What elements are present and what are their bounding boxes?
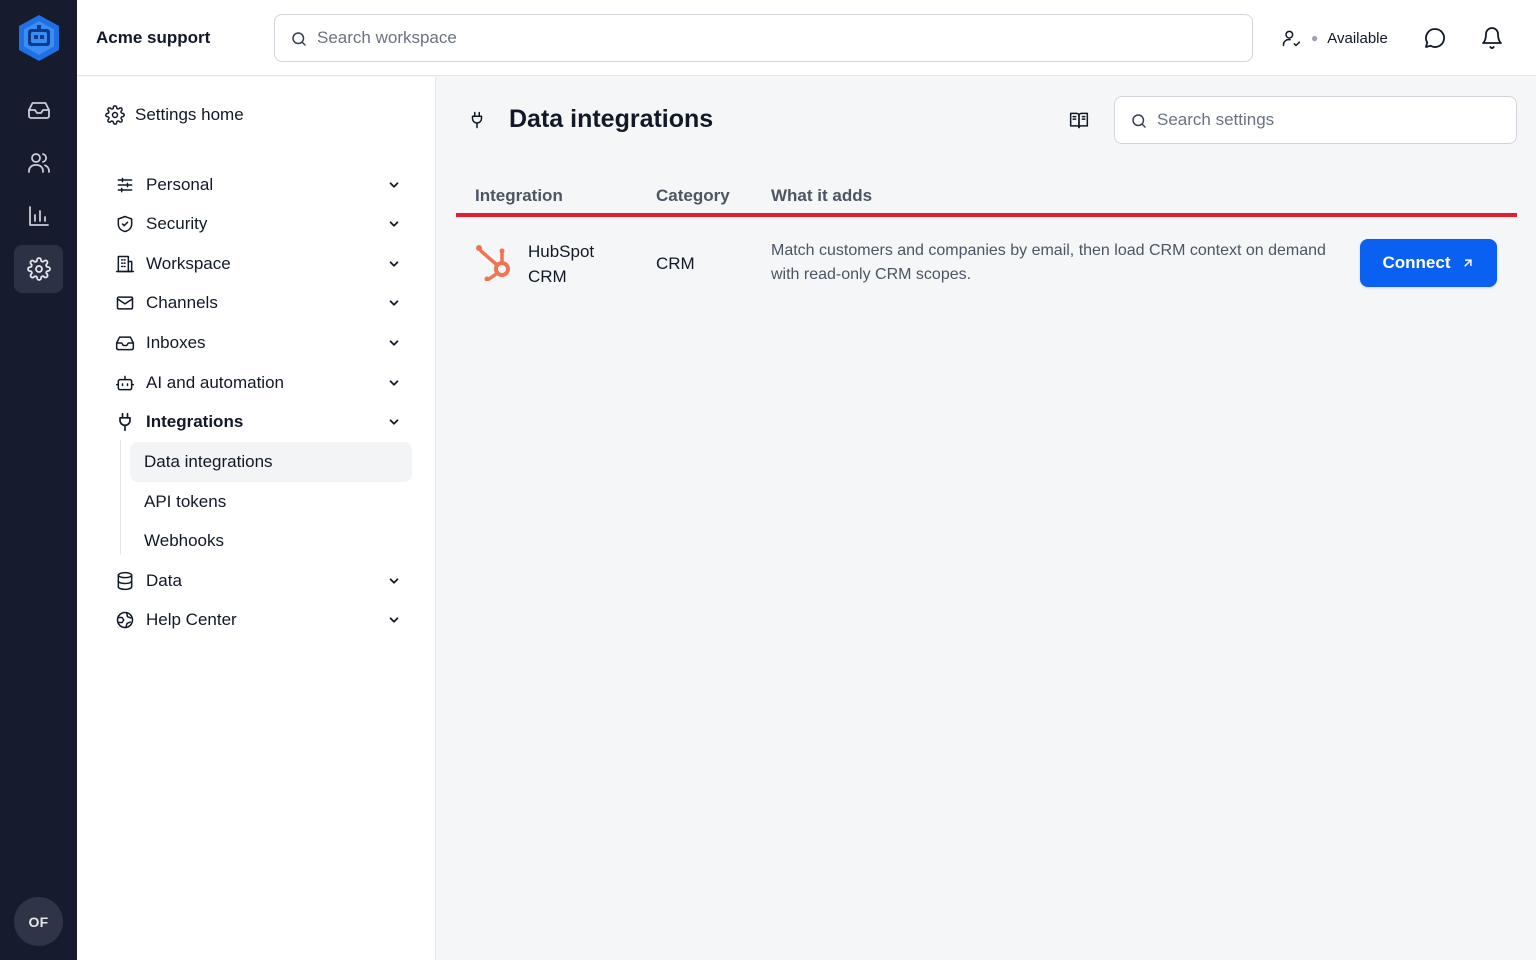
integration-description: Match customers and companies by email, … xyxy=(771,242,1326,283)
nav-item-security[interactable]: Security xyxy=(115,208,401,240)
top-bar: Acme support ● Available xyxy=(77,0,1536,76)
settings-search-input[interactable] xyxy=(1157,97,1507,143)
shield-icon xyxy=(117,215,133,233)
hubspot-logo-icon xyxy=(474,241,514,281)
chevron-down-icon xyxy=(389,340,399,346)
column-header-category: Category xyxy=(656,186,730,205)
rail-inbox-button[interactable] xyxy=(14,86,63,134)
submenu-guide-line xyxy=(120,440,121,555)
nav-item-help-center[interactable]: Help Center xyxy=(115,604,401,636)
rail-settings-button[interactable] xyxy=(14,245,63,293)
chevron-down-icon xyxy=(389,300,399,306)
column-header-what-it-adds: What it adds xyxy=(771,186,873,205)
gear-icon xyxy=(105,105,125,125)
user-icon xyxy=(1282,30,1301,47)
bar-chart-icon xyxy=(28,206,49,226)
nav-item-personal[interactable]: Personal xyxy=(115,169,401,201)
envelope-icon xyxy=(116,296,134,310)
workspace-name: Acme support xyxy=(96,28,211,47)
integration-category: CRM xyxy=(656,254,695,273)
chevron-down-icon xyxy=(389,261,399,267)
connect-button-label: Connect xyxy=(1382,253,1451,272)
globe-icon xyxy=(116,611,134,629)
inbox-icon xyxy=(115,336,135,351)
chevron-down-icon xyxy=(389,617,399,623)
chevron-down-icon xyxy=(389,419,399,425)
nav-item-data[interactable]: Data xyxy=(115,565,401,597)
bell-icon xyxy=(1482,27,1502,49)
sliders-icon xyxy=(117,177,133,193)
nav-item-ai-automation[interactable]: AI and automation xyxy=(115,367,401,399)
notifications-button[interactable] xyxy=(1480,26,1504,50)
connect-button[interactable]: Connect xyxy=(1360,239,1497,287)
chevron-down-icon xyxy=(389,380,399,386)
status-separator: ● xyxy=(1311,31,1319,45)
plug-icon xyxy=(119,412,131,432)
database-icon xyxy=(117,571,133,591)
integration-name: HubSpot CRM xyxy=(528,242,595,286)
building-icon xyxy=(115,255,135,273)
page-header: Data integrations xyxy=(468,105,713,134)
app-rail: OF xyxy=(0,0,77,960)
availability-status[interactable]: ● Available xyxy=(1281,28,1388,48)
external-link-icon xyxy=(1463,259,1472,267)
settings-search[interactable] xyxy=(1114,96,1517,144)
docs-button[interactable] xyxy=(1069,110,1089,130)
nav-subitem-data-integrations[interactable]: Data integrations xyxy=(130,442,412,482)
bot-icon xyxy=(115,375,135,391)
workspace-search-input[interactable] xyxy=(317,15,1217,61)
inbox-icon xyxy=(27,102,50,119)
table-row: HubSpot CRM CRM Match customers and comp… xyxy=(456,217,1517,312)
nav-item-workspace[interactable]: Workspace xyxy=(115,248,401,280)
nav-subitem-api-tokens[interactable]: API tokens xyxy=(130,482,412,522)
app-logo-icon[interactable] xyxy=(15,13,63,63)
rail-contacts-button[interactable] xyxy=(14,139,63,187)
chat-button[interactable] xyxy=(1423,26,1447,50)
search-icon xyxy=(1132,114,1146,128)
page-title: Data integrations xyxy=(509,105,714,133)
nav-item-channels[interactable]: Channels xyxy=(115,287,401,319)
nav-subitem-webhooks[interactable]: Webhooks xyxy=(130,521,412,561)
user-avatar[interactable]: OF xyxy=(14,897,63,946)
nav-item-integrations[interactable]: Integrations xyxy=(115,406,401,438)
main-content: Data integrations Integration Category W… xyxy=(437,77,1536,960)
gear-icon xyxy=(26,257,51,281)
plug-icon xyxy=(471,111,483,128)
settings-home-link[interactable]: Settings home xyxy=(105,105,244,125)
workspace-search[interactable] xyxy=(274,14,1253,62)
chevron-down-icon xyxy=(389,221,399,227)
nav-item-inboxes[interactable]: Inboxes xyxy=(115,327,401,359)
settings-home-label: Settings home xyxy=(135,105,244,124)
rail-reports-button[interactable] xyxy=(14,192,63,240)
chat-bubble-icon xyxy=(1425,28,1445,48)
users-icon xyxy=(27,153,50,173)
open-book-icon xyxy=(1069,112,1089,129)
search-icon xyxy=(292,32,306,46)
status-label: Available xyxy=(1327,29,1388,47)
column-header-integration: Integration xyxy=(475,186,563,205)
chevron-down-icon xyxy=(389,182,399,188)
settings-nav: Settings home Personal Security Workspac… xyxy=(77,77,436,960)
chevron-down-icon xyxy=(389,578,399,584)
